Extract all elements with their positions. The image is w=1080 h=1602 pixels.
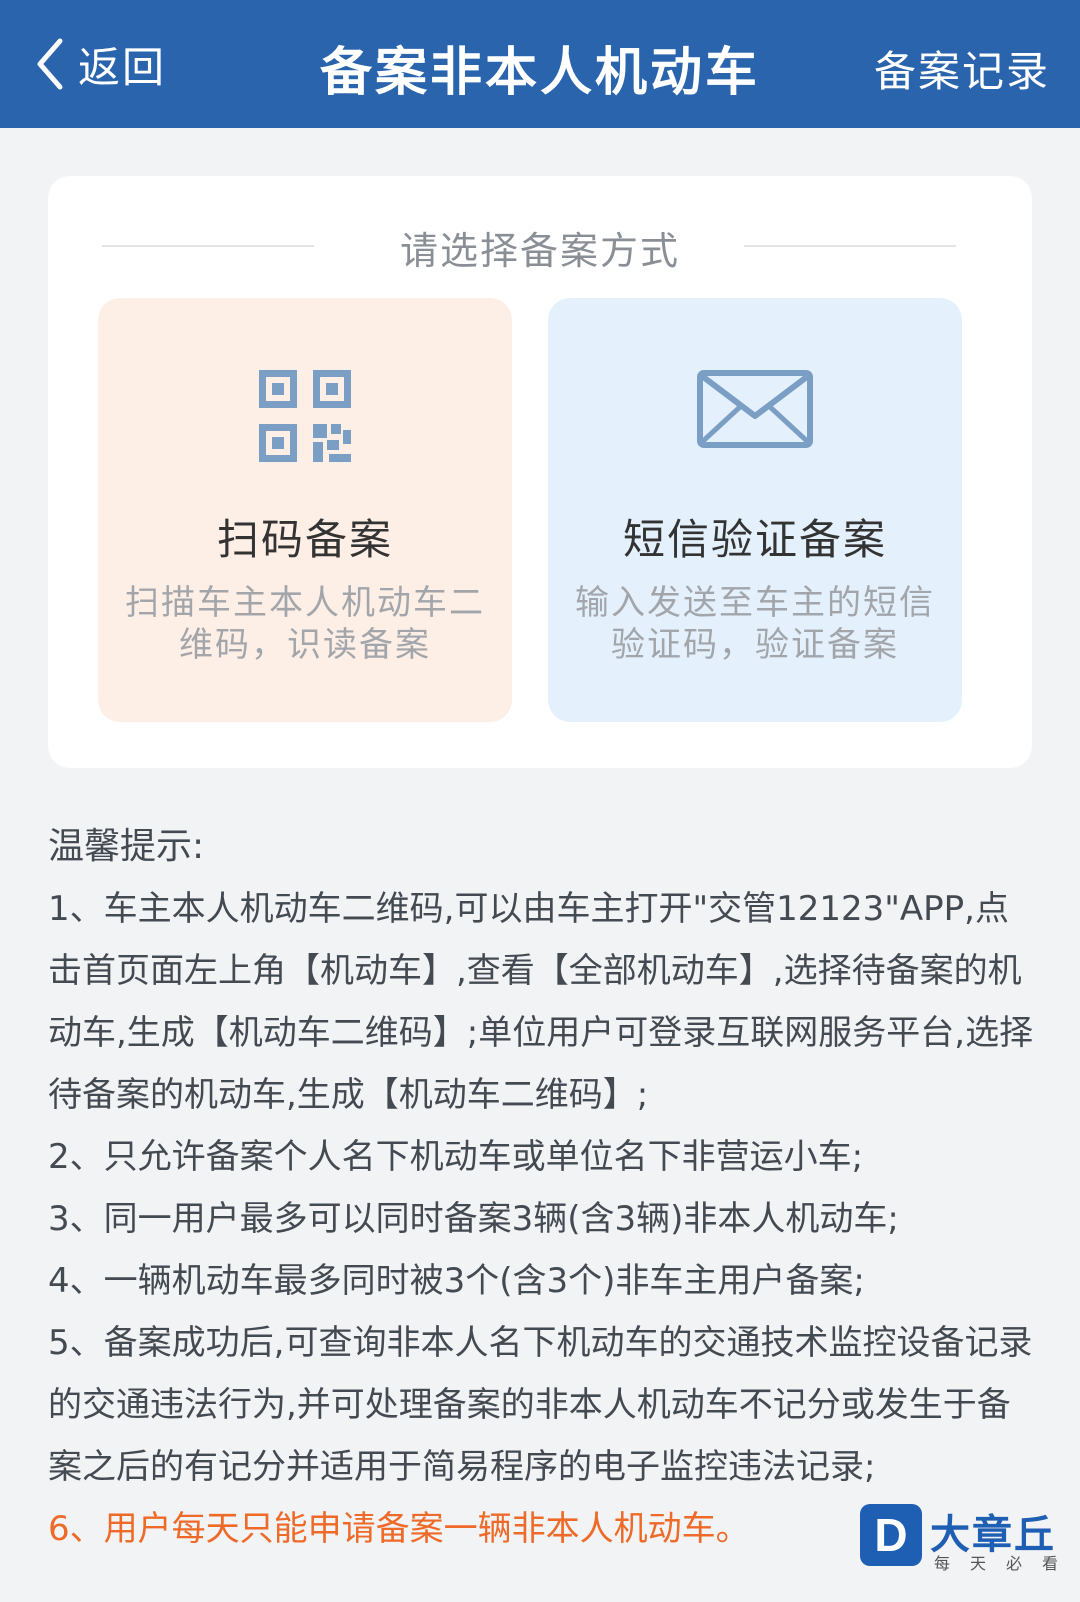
- sms-register-description: 输入发送至车主的短信验证码，验证备案: [575, 583, 935, 665]
- tips-section: 温馨提示: 1、车主本人机动车二维码,可以由车主打开"交管12123"APP,点…: [48, 816, 1038, 1560]
- back-button[interactable]: 返回: [34, 34, 166, 94]
- scan-register-option[interactable]: 扫码备案 扫描车主本人机动车二维码，识读备案: [98, 298, 512, 722]
- method-prompt: 请选择备案方式: [399, 229, 680, 273]
- watermark-slogan: 每天必看: [934, 1554, 1079, 1573]
- method-selection-card: 请选择备案方式 扫码备案 扫描车主本人机动车二维码，识读备案 短信验证备案 输入…: [48, 176, 1032, 768]
- divider-right: [744, 245, 956, 247]
- scan-register-title: 扫码备案: [216, 515, 393, 564]
- back-label: 返回: [78, 42, 167, 92]
- tip-item: 4、一辆机动车最多同时被3个(含3个)非车主用户备案;: [48, 1261, 865, 1301]
- sms-register-title: 短信验证备案: [622, 515, 887, 564]
- tips-title: 温馨提示:: [48, 826, 205, 867]
- qr-code-icon: [259, 370, 351, 462]
- tip-item: 5、备案成功后,可查询非本人名下机动车的交通技术监控设备记录的交通违法行为,并可…: [48, 1323, 1033, 1487]
- envelope-icon: [697, 370, 813, 448]
- top-bar: 返回 备案非本人机动车 备案记录: [0, 0, 1080, 128]
- chevron-left-icon: [37, 38, 63, 90]
- tip-item: 3、同一用户最多可以同时备案3辆(含3辆)非本人机动车;: [48, 1199, 899, 1239]
- watermark-logo: D 大章丘 每天必看: [860, 1500, 1075, 1598]
- tip-item: 1、车主本人机动车二维码,可以由车主打开"交管12123"APP,点击首页面左上…: [48, 889, 1034, 1115]
- tip-item: 2、只允许备案个人名下机动车或单位名下非营运小车;: [48, 1137, 864, 1177]
- scan-register-description: 扫描车主本人机动车二维码，识读备案: [125, 583, 485, 665]
- watermark-badge: D: [860, 1504, 922, 1566]
- records-button[interactable]: 备案记录: [874, 38, 1050, 99]
- sms-register-option[interactable]: 短信验证备案 输入发送至车主的短信验证码，验证备案: [548, 298, 962, 722]
